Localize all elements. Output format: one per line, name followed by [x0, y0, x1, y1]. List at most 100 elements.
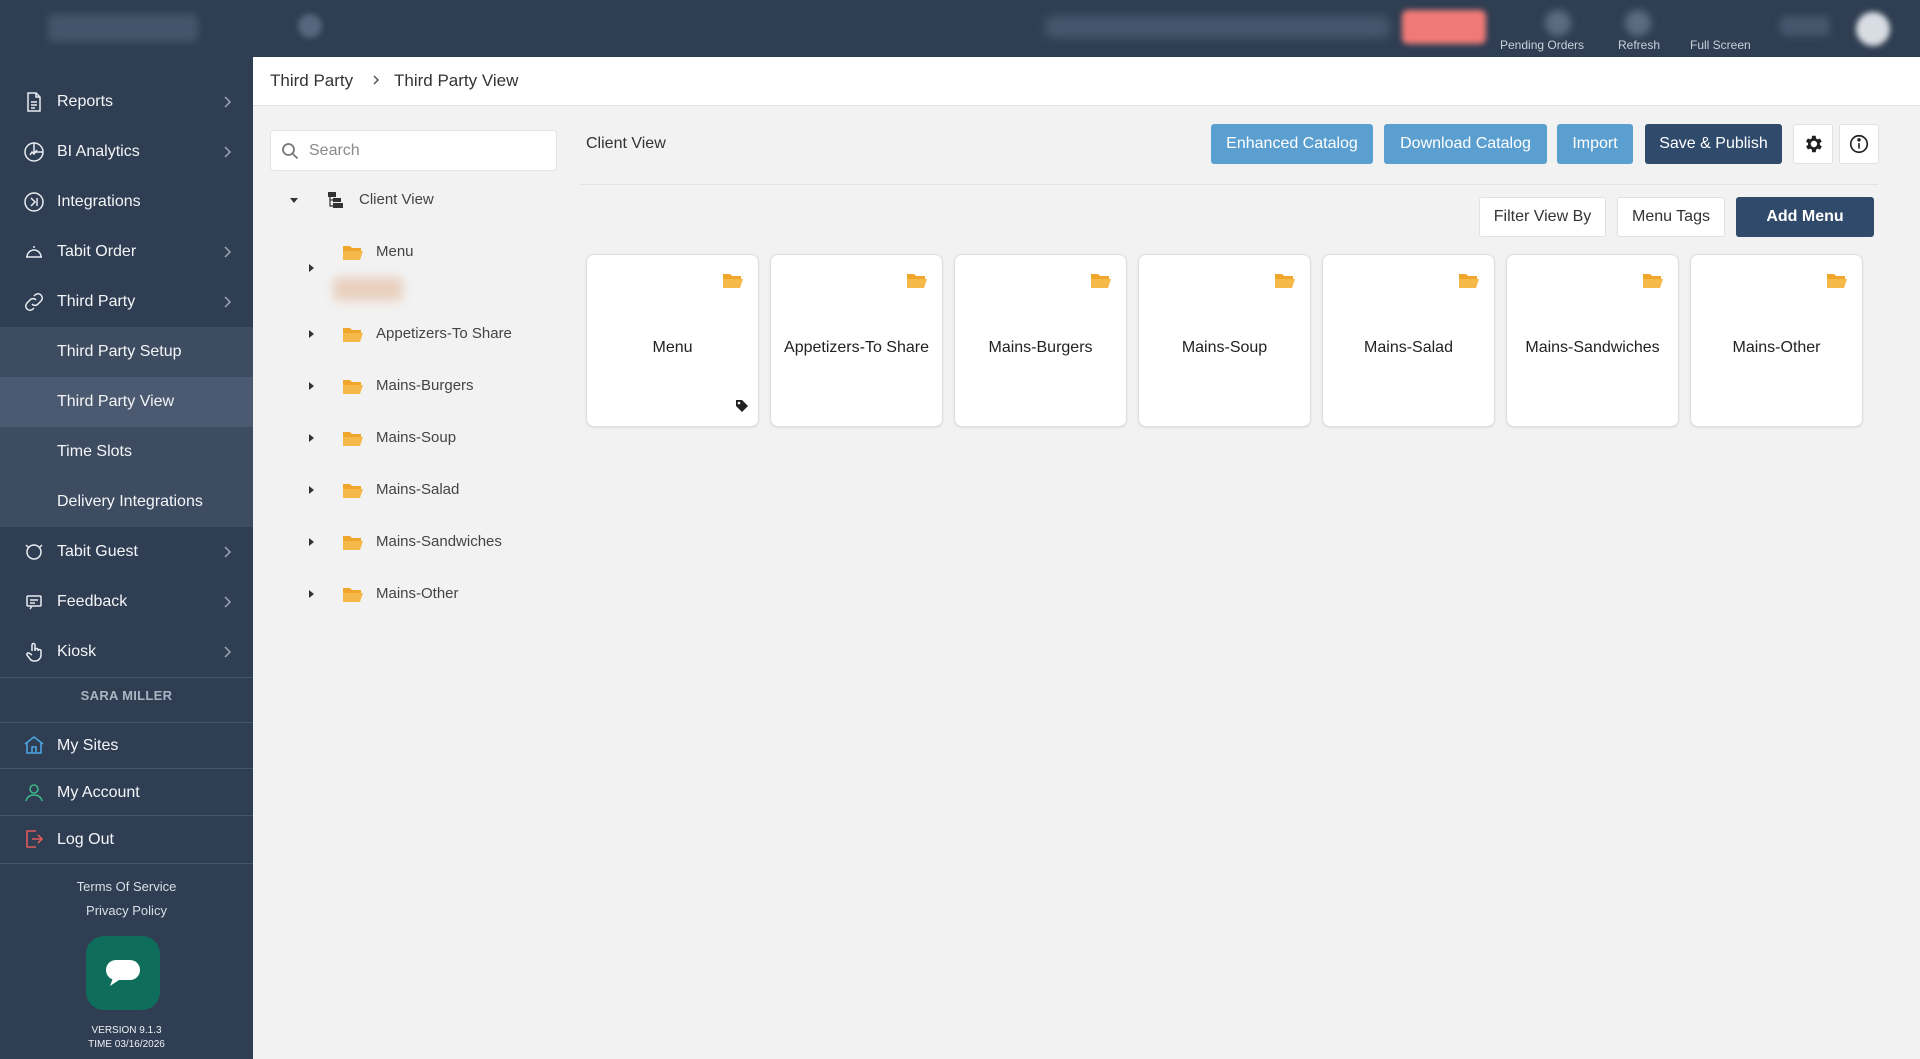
avatar[interactable]	[1856, 12, 1890, 46]
sidebar-item-integrations[interactable]: Integrations	[0, 177, 253, 227]
menu-tags-button[interactable]: Menu Tags	[1617, 197, 1725, 237]
sidebar-item-label: Integrations	[57, 193, 141, 210]
logo	[48, 14, 198, 42]
card-label: Mains-Other	[1732, 339, 1821, 356]
chevron-right-icon	[224, 96, 232, 108]
menu-card-mains-soup[interactable]: Mains-Soup	[1138, 254, 1311, 427]
version-label: VERSION 9.1.3	[91, 1025, 162, 1036]
order-bell-icon	[26, 246, 42, 258]
menu-card-mains-burgers[interactable]: Mains-Burgers	[954, 254, 1127, 427]
redacted-label	[333, 277, 403, 301]
chevron-right-icon	[224, 246, 232, 258]
folder-open-icon	[1643, 274, 1663, 288]
save-publish-button[interactable]: Save & Publish	[1645, 124, 1782, 164]
fullscreen-icon[interactable]	[1780, 16, 1830, 36]
menu-card-appetizers-to-share[interactable]: Appetizers-To Share	[770, 254, 943, 427]
site-selector[interactable]	[1045, 16, 1390, 38]
refresh-label[interactable]: Refresh	[1618, 38, 1660, 52]
pending-orders-label[interactable]: Pending Orders	[1500, 38, 1584, 52]
import-button[interactable]: Import	[1557, 124, 1633, 164]
caret-right-icon[interactable]	[305, 484, 317, 496]
chat-button[interactable]	[86, 936, 160, 1010]
tags-icon[interactable]	[734, 398, 750, 414]
alert-button[interactable]	[1402, 10, 1486, 44]
link-icon	[25, 293, 43, 311]
menu-card-mains-sandwiches[interactable]: Mains-Sandwiches	[1506, 254, 1679, 427]
sidebar-item-my-account[interactable]: My Account	[0, 769, 253, 816]
enhanced-catalog-button[interactable]: Enhanced Catalog	[1211, 124, 1373, 164]
sidebar-item-third-party[interactable]: Third Party	[0, 277, 253, 327]
sidebar-subitem-third-party-setup[interactable]: Third Party Setup	[0, 327, 253, 377]
caret-right-icon[interactable]	[305, 262, 317, 274]
chevron-right-icon	[224, 146, 232, 158]
sidebar-subitem-time-slots[interactable]: Time Slots	[0, 427, 253, 477]
menu-toggle-icon[interactable]	[298, 14, 322, 38]
filter-view-by-button[interactable]: Filter View By	[1479, 197, 1606, 237]
menu-card-menu[interactable]: Menu	[586, 254, 759, 427]
folder-open-icon	[343, 484, 363, 498]
sidebar-item-my-sites[interactable]: My Sites	[0, 722, 253, 769]
terms-link[interactable]: Terms Of Service	[0, 879, 253, 894]
download-catalog-button[interactable]: Download Catalog	[1384, 124, 1547, 164]
folder-open-icon	[343, 432, 363, 446]
sidebar-item-kiosk[interactable]: Kiosk	[0, 627, 253, 677]
refresh-icon[interactable]	[1625, 10, 1651, 36]
divider	[580, 184, 1878, 185]
sidebar-subitem-third-party-view[interactable]: Third Party View	[0, 377, 253, 427]
tree-structure-icon	[328, 192, 343, 208]
settings-button[interactable]	[1793, 124, 1833, 164]
pending-orders-icon[interactable]	[1545, 10, 1571, 36]
chevron-right-icon	[224, 646, 232, 658]
folder-open-icon	[907, 274, 927, 288]
folder-open-icon	[1827, 274, 1847, 288]
caret-right-icon[interactable]	[305, 536, 317, 548]
folder-open-icon	[343, 536, 363, 550]
sidebar-subitem-delivery-integrations[interactable]: Delivery Integrations	[0, 477, 253, 527]
menu-card-mains-salad[interactable]: Mains-Salad	[1322, 254, 1495, 427]
sidebar-item-tabit-order[interactable]: Tabit Order	[0, 227, 253, 277]
tree-node-label: Appetizers-To Share	[376, 325, 512, 342]
guest-icon	[25, 544, 43, 560]
full-screen-label[interactable]: Full Screen	[1690, 38, 1751, 52]
time-label: TIME 03/16/2026	[88, 1039, 165, 1050]
sidebar-item-label: Kiosk	[57, 643, 97, 660]
sidebar-subitem-label: Delivery Integrations	[57, 493, 203, 510]
menu-card-mains-other[interactable]: Mains-Other	[1690, 254, 1863, 427]
caret-right-icon[interactable]	[305, 328, 317, 340]
sidebar-item-reports[interactable]: Reports	[0, 77, 253, 127]
info-button[interactable]	[1839, 124, 1879, 164]
breadcrumb-current: Third Party View	[394, 71, 519, 90]
folder-open-icon	[343, 588, 363, 602]
caret-right-icon[interactable]	[305, 380, 317, 392]
search-input[interactable]	[309, 139, 549, 163]
privacy-link[interactable]: Privacy Policy	[0, 903, 253, 918]
sidebar-item-label: BI Analytics	[57, 143, 140, 160]
divider	[0, 863, 253, 864]
caret-down-icon[interactable]	[288, 194, 300, 206]
chevron-right-icon	[224, 596, 232, 608]
tree-node-label: Mains-Salad	[376, 481, 460, 498]
sidebar-item-label: Reports	[57, 93, 114, 110]
sidebar-item-log-out[interactable]: Log Out	[0, 816, 253, 863]
sidebar-item-bi-analytics[interactable]: BI Analytics	[0, 127, 253, 177]
document-icon	[27, 92, 41, 112]
sidebar-item-label: My Account	[57, 783, 140, 801]
caret-right-icon[interactable]	[305, 432, 317, 444]
folder-open-icon	[723, 274, 743, 288]
sidebar-subitem-label: Time Slots	[57, 443, 132, 460]
breadcrumb-parent[interactable]: Third Party	[270, 71, 353, 91]
card-label: Menu	[652, 339, 693, 356]
sidebar-item-tabit-guest[interactable]: Tabit Guest	[0, 527, 253, 577]
divider	[0, 677, 253, 678]
card-label: Appetizers-To Share	[784, 339, 929, 356]
sidebar-item-feedback[interactable]: Feedback	[0, 577, 253, 627]
integrations-icon	[24, 192, 44, 212]
card-label: Mains-Sandwiches	[1525, 339, 1660, 356]
caret-right-icon[interactable]	[305, 588, 317, 600]
folder-open-icon	[1459, 274, 1479, 288]
content-title: Client View	[586, 135, 666, 152]
sidebar-item-label: Log Out	[57, 830, 114, 848]
add-menu-button[interactable]: Add Menu	[1736, 197, 1874, 237]
sidebar-item-label: Tabit Order	[57, 243, 137, 260]
folder-open-icon	[343, 328, 363, 342]
